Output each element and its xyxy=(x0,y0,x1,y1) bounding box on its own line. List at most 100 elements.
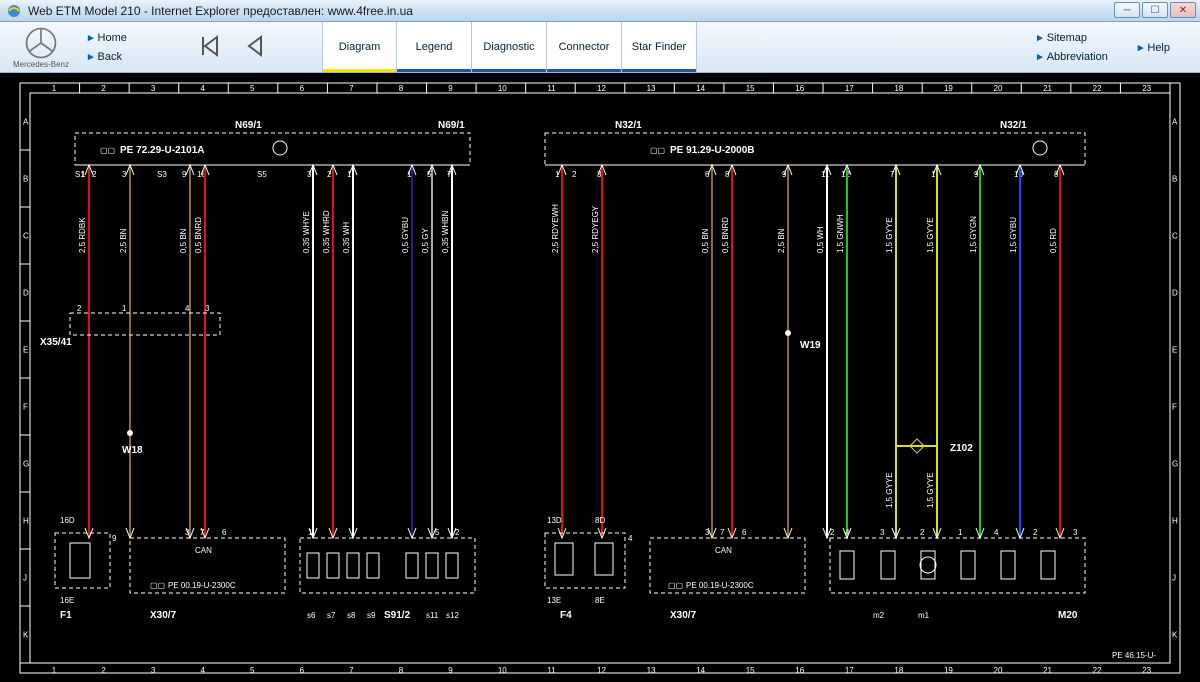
svg-text:23: 23 xyxy=(1142,666,1151,675)
svg-text:X30/7: X30/7 xyxy=(670,610,697,621)
brand-logo: Mercedes-Benz xyxy=(0,22,82,72)
svg-text:G: G xyxy=(23,460,29,469)
svg-text:1,5 GYYE: 1,5 GYYE xyxy=(885,472,894,508)
close-button[interactable]: ✕ xyxy=(1170,2,1196,18)
svg-text:F4: F4 xyxy=(560,610,572,621)
svg-text:4: 4 xyxy=(845,528,850,537)
svg-text:19: 19 xyxy=(944,666,953,675)
svg-text:0,5 GYBU: 0,5 GYBU xyxy=(401,217,410,253)
svg-text:PE 91.29-U-2000B: PE 91.29-U-2000B xyxy=(670,145,755,156)
svg-text:PE 00.19-U-2300C: PE 00.19-U-2300C xyxy=(686,581,754,590)
svg-text:6: 6 xyxy=(222,528,227,537)
abbreviation-link[interactable]: ▸Abbreviation xyxy=(1037,50,1108,63)
prev-icon[interactable] xyxy=(241,33,267,62)
svg-text:20: 20 xyxy=(994,666,1003,675)
svg-text:11: 11 xyxy=(547,666,556,675)
svg-text:2: 2 xyxy=(101,666,106,675)
help-link[interactable]: ▸Help xyxy=(1138,41,1170,54)
svg-text:CAN: CAN xyxy=(715,546,732,555)
svg-text:6: 6 xyxy=(300,84,305,93)
svg-text:s6: s6 xyxy=(307,611,316,620)
svg-text:1: 1 xyxy=(308,528,313,537)
svg-text:X35/41: X35/41 xyxy=(40,337,72,348)
svg-text:H: H xyxy=(1172,517,1178,526)
svg-text:17: 17 xyxy=(845,84,854,93)
svg-text:1,5 GYYE: 1,5 GYYE xyxy=(926,472,935,508)
svg-text:2: 2 xyxy=(1033,528,1038,537)
svg-text:2: 2 xyxy=(920,528,925,537)
svg-text:J: J xyxy=(1172,574,1176,583)
history-nav xyxy=(172,22,292,72)
svg-text:1,5 GYBU: 1,5 GYBU xyxy=(1009,217,1018,253)
svg-text:K: K xyxy=(1172,631,1178,640)
svg-text:F: F xyxy=(1172,403,1177,412)
window-buttons: ─ ☐ ✕ xyxy=(1114,2,1196,18)
svg-text:S1: S1 xyxy=(75,170,85,179)
svg-text:A: A xyxy=(23,118,29,127)
svg-text:22: 22 xyxy=(1093,84,1102,93)
minimize-button[interactable]: ─ xyxy=(1114,2,1140,18)
svg-text:0,5 BN: 0,5 BN xyxy=(179,228,188,253)
svg-text:0,35 WHBN: 0,35 WHBN xyxy=(441,211,450,253)
svg-text:S5: S5 xyxy=(257,170,267,179)
svg-text:5: 5 xyxy=(250,84,255,93)
svg-text:Z102: Z102 xyxy=(950,443,973,454)
nav-links: ▸Home ▸Back xyxy=(82,22,172,72)
svg-text:PE 46.15-U-: PE 46.15-U- xyxy=(1112,651,1156,660)
svg-text:2: 2 xyxy=(572,170,577,179)
svg-text:1: 1 xyxy=(52,84,57,93)
svg-text:15: 15 xyxy=(746,666,755,675)
svg-text:W19: W19 xyxy=(800,340,821,351)
svg-text:11: 11 xyxy=(547,84,556,93)
svg-text:▢▢: ▢▢ xyxy=(100,146,115,155)
svg-text:W18: W18 xyxy=(122,445,143,456)
svg-text:9: 9 xyxy=(112,534,117,543)
svg-text:3: 3 xyxy=(205,304,210,313)
rewind-icon[interactable] xyxy=(197,33,223,62)
svg-text:C: C xyxy=(23,232,29,241)
svg-text:s9: s9 xyxy=(367,611,376,620)
svg-text:N32/1: N32/1 xyxy=(1000,120,1027,131)
svg-text:m1: m1 xyxy=(918,611,930,620)
svg-text:19: 19 xyxy=(944,84,953,93)
svg-text:8E: 8E xyxy=(595,596,605,605)
svg-text:A: A xyxy=(1172,118,1178,127)
svg-text:▢▢: ▢▢ xyxy=(650,146,665,155)
svg-text:PE 00.19-U-2300C: PE 00.19-U-2300C xyxy=(168,581,236,590)
svg-text:7: 7 xyxy=(349,666,354,675)
svg-text:2: 2 xyxy=(455,528,460,537)
svg-text:0,35 WH: 0,35 WH xyxy=(342,222,351,253)
tab-connector[interactable]: Connector xyxy=(547,22,622,72)
svg-text:S91/2: S91/2 xyxy=(384,610,411,621)
svg-text:2: 2 xyxy=(77,304,82,313)
svg-text:N69/1: N69/1 xyxy=(235,120,262,131)
svg-text:12: 12 xyxy=(597,84,606,93)
sitemap-link[interactable]: ▸Sitemap xyxy=(1037,31,1108,44)
back-link[interactable]: ▸Back xyxy=(88,50,172,63)
home-link[interactable]: ▸Home xyxy=(88,31,172,44)
svg-text:11: 11 xyxy=(821,170,830,179)
svg-text:2,5 RDYEGY: 2,5 RDYEGY xyxy=(591,205,600,253)
svg-text:10: 10 xyxy=(498,666,507,675)
svg-text:0,5 BNRD: 0,5 BNRD xyxy=(194,217,203,253)
wiring-diagram[interactable]: 1122334455667788991010111112121313141415… xyxy=(0,73,1200,682)
toolbar: Mercedes-Benz ▸Home ▸Back Diagram Legend… xyxy=(0,22,1200,73)
svg-text:5: 5 xyxy=(250,666,255,675)
svg-text:1: 1 xyxy=(958,528,963,537)
tab-legend[interactable]: Legend xyxy=(397,22,472,72)
tab-diagram[interactable]: Diagram xyxy=(322,22,397,72)
svg-text:6: 6 xyxy=(300,666,305,675)
svg-text:7: 7 xyxy=(349,84,354,93)
svg-text:4: 4 xyxy=(185,304,190,313)
ie-icon xyxy=(6,3,22,19)
svg-text:9: 9 xyxy=(448,666,453,675)
maximize-button[interactable]: ☐ xyxy=(1142,2,1168,18)
tab-star-finder[interactable]: Star Finder xyxy=(622,22,697,72)
svg-text:18: 18 xyxy=(894,84,903,93)
svg-text:12: 12 xyxy=(597,666,606,675)
svg-text:H: H xyxy=(23,517,29,526)
svg-text:0,5 WH: 0,5 WH xyxy=(816,226,825,253)
svg-text:1,5 GNWH: 1,5 GNWH xyxy=(836,214,845,253)
tab-diagnostic[interactable]: Diagnostic xyxy=(472,22,547,72)
svg-text:4: 4 xyxy=(628,534,633,543)
